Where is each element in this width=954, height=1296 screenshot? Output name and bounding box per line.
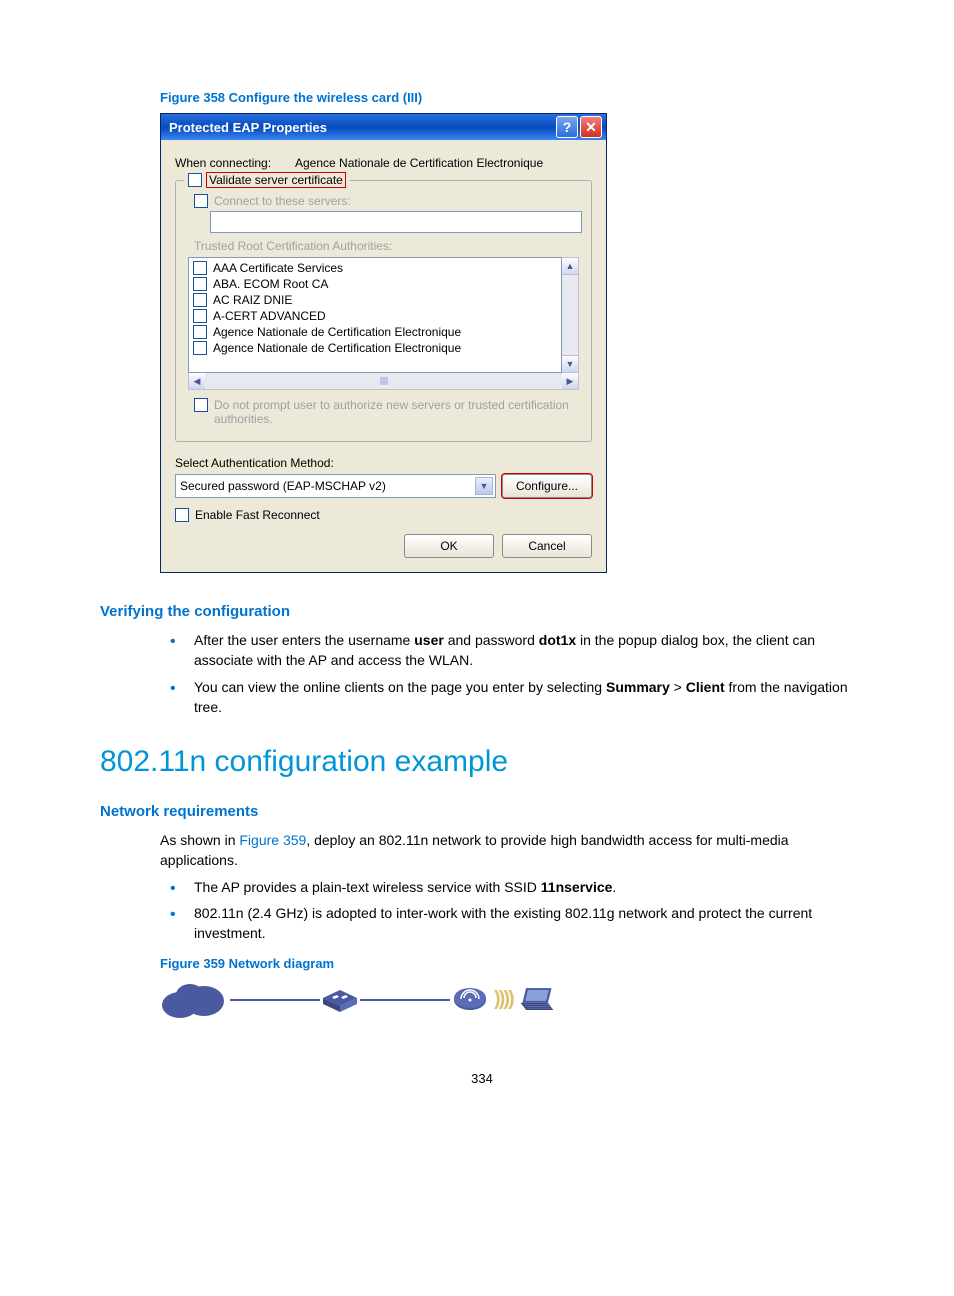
select-auth-label: Select Authentication Method: (175, 456, 592, 470)
ca-item-label: ABA. ECOM Root CA (213, 277, 328, 291)
titlebar-help-button[interactable]: ? (556, 116, 578, 138)
section-heading-80211n: 802.11n configuration example (100, 745, 864, 779)
scroll-left-button[interactable]: ◀ (189, 373, 205, 389)
ca-listbox[interactable]: AAA Certificate Services ABA. ECOM Root … (188, 257, 562, 373)
dialog-title: Protected EAP Properties (169, 120, 554, 135)
scroll-right-button[interactable]: ▶ (562, 373, 578, 389)
connect-servers-input[interactable] (210, 211, 582, 233)
auth-method-dropdown[interactable]: Secured password (EAP-MSCHAP v2) ▼ (175, 474, 496, 498)
list-item[interactable]: AAA Certificate Services (193, 260, 557, 276)
page-number: 334 (100, 1071, 864, 1086)
switch-icon (320, 984, 360, 1016)
ca-checkbox[interactable] (193, 325, 207, 339)
when-connecting-value: Agence Nationale de Certification Electr… (295, 156, 592, 170)
ca-item-label: AC RAIZ DNIE (213, 293, 292, 307)
dialog-titlebar: Protected EAP Properties ? ✕ (161, 114, 606, 140)
ca-item-label: Agence Nationale de Certification Electr… (213, 325, 461, 339)
fast-reconnect-label: Enable Fast Reconnect (195, 508, 320, 522)
network-requirements-heading: Network requirements (100, 803, 864, 820)
ca-checkbox[interactable] (193, 309, 207, 323)
scroll-down-button[interactable]: ▼ (562, 355, 578, 372)
network-diagram: )))) (160, 979, 864, 1021)
list-item: The AP provides a plain-text wireless se… (160, 877, 864, 897)
auth-method-value: Secured password (EAP-MSCHAP v2) (180, 479, 386, 493)
list-item: You can view the online clients on the p… (160, 677, 864, 718)
do-not-prompt-label: Do not prompt user to authorize new serv… (214, 398, 579, 426)
ca-checkbox[interactable] (193, 341, 207, 355)
list-item: After the user enters the username user … (160, 630, 864, 671)
ca-horizontal-scrollbar[interactable]: ◀ ▶ (188, 373, 579, 390)
list-item: 802.11n (2.4 GHz) is adopted to inter-wo… (160, 903, 864, 944)
body-paragraph: As shown in Figure 359, deploy an 802.11… (160, 830, 864, 871)
protected-eap-dialog: Protected EAP Properties ? ✕ When connec… (160, 113, 607, 573)
cloud-icon (160, 979, 230, 1021)
ca-item-label: AAA Certificate Services (213, 261, 343, 275)
scroll-up-button[interactable]: ▲ (562, 258, 578, 275)
validate-server-checkbox[interactable] (188, 173, 202, 187)
list-item[interactable]: Agence Nationale de Certification Electr… (193, 340, 557, 356)
ca-item-label: A-CERT ADVANCED (213, 309, 326, 323)
ca-item-label: Agence Nationale de Certification Electr… (213, 341, 461, 355)
ca-checkbox[interactable] (193, 277, 207, 291)
do-not-prompt-checkbox[interactable] (194, 398, 208, 412)
ca-vertical-scrollbar[interactable]: ▲ ▼ (562, 257, 579, 373)
ok-button[interactable]: OK (404, 534, 494, 558)
fast-reconnect-checkbox[interactable] (175, 508, 189, 522)
figure-359-caption: Figure 359 Network diagram (160, 956, 864, 971)
validate-server-label: Validate server certificate (206, 172, 346, 188)
list-item[interactable]: A-CERT ADVANCED (193, 308, 557, 324)
laptop-icon (517, 984, 557, 1016)
validate-server-groupbox: Validate server certificate Connect to t… (175, 180, 592, 442)
list-item[interactable]: Agence Nationale de Certification Electr… (193, 324, 557, 340)
cancel-button[interactable]: Cancel (502, 534, 592, 558)
figure-359-link[interactable]: Figure 359 (239, 832, 306, 848)
connect-servers-checkbox[interactable] (194, 194, 208, 208)
list-item[interactable]: ABA. ECOM Root CA (193, 276, 557, 292)
verifying-heading: Verifying the configuration (100, 603, 864, 620)
list-item[interactable]: AC RAIZ DNIE (193, 292, 557, 308)
trusted-root-label: Trusted Root Certification Authorities: (194, 239, 579, 253)
ca-checkbox[interactable] (193, 293, 207, 307)
titlebar-close-button[interactable]: ✕ (580, 116, 602, 138)
access-point-icon (450, 984, 490, 1016)
wireless-waves-icon: )))) (490, 988, 517, 1011)
configure-button[interactable]: Configure... (502, 474, 592, 498)
connect-servers-label: Connect to these servers: (214, 194, 351, 208)
when-connecting-label: When connecting: (175, 156, 295, 170)
figure-358-caption: Figure 358 Configure the wireless card (… (160, 90, 864, 105)
chevron-down-icon[interactable]: ▼ (475, 477, 493, 495)
ca-checkbox[interactable] (193, 261, 207, 275)
